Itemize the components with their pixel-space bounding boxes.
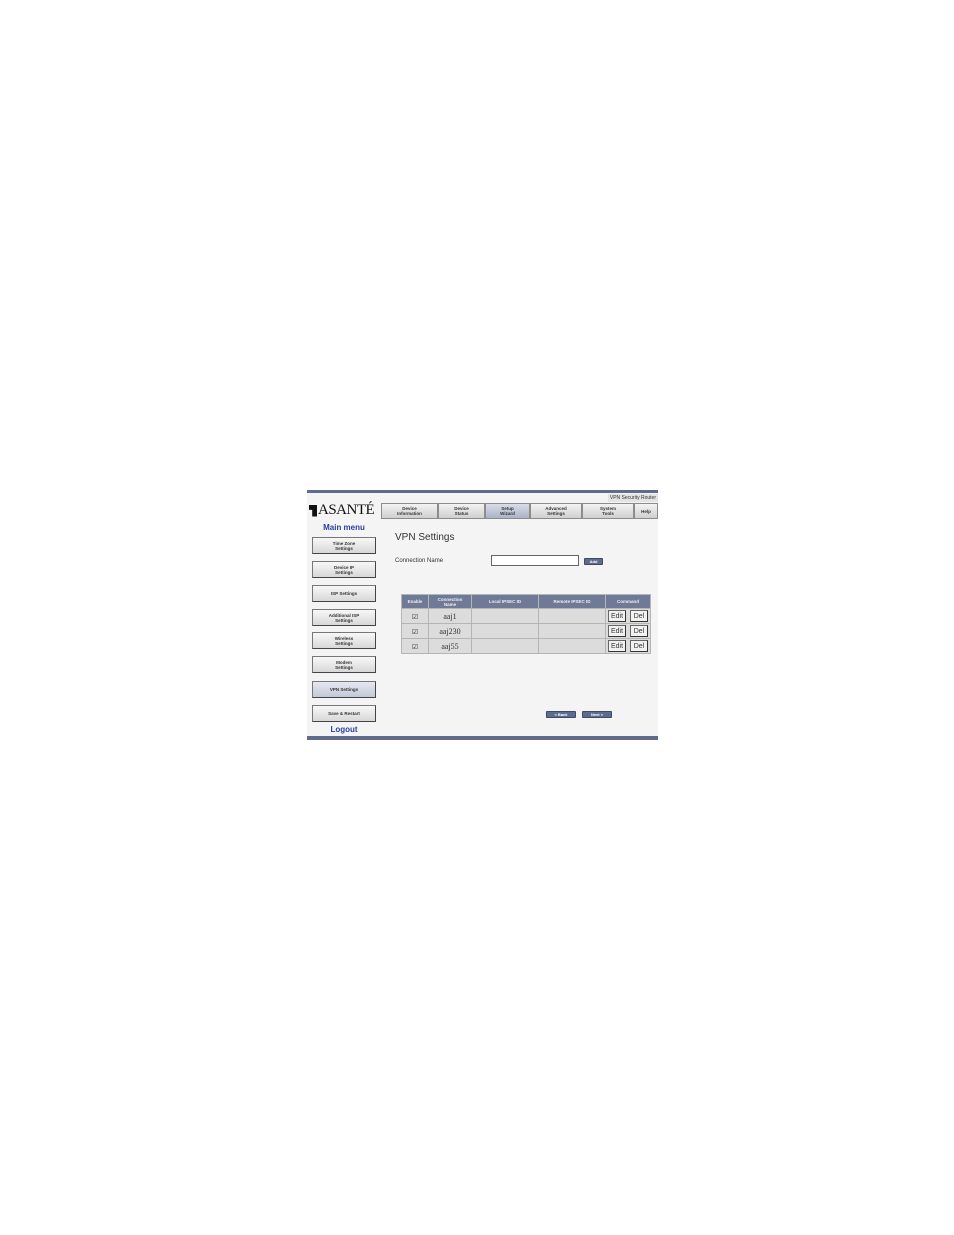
main-menu-title: Main menu <box>323 523 365 532</box>
tab-advanced-settings[interactable]: Advanced Settings <box>530 503 582 519</box>
enable-checkbox[interactable]: ☑ <box>412 628 418 636</box>
local-ipsec-id-cell <box>471 638 539 654</box>
sidebar-item-vpn-settings[interactable]: VPN Settings <box>312 681 376 698</box>
product-label: VPN Security Router <box>607 494 658 502</box>
bottom-band <box>307 736 658 740</box>
connection-name-label: Connection Name <box>395 558 444 564</box>
sidebar-item-save-restart[interactable]: Save & Restart <box>312 705 376 722</box>
delete-button[interactable]: Del <box>630 640 648 652</box>
asante-logo: ASANTÉ <box>309 502 379 519</box>
header-remote-ipsec-id: Remote IPSEC ID <box>538 594 606 609</box>
connection-name-cell: aaj230 <box>428 623 472 639</box>
sidebar-item-device-ip[interactable]: Device IP Settings <box>312 561 376 578</box>
delete-button[interactable]: Del <box>630 610 648 622</box>
delete-button[interactable]: Del <box>630 625 648 637</box>
connection-name-cell: aaj55 <box>428 638 472 654</box>
table-row: ☑ aaj1 Edit Del <box>401 608 651 624</box>
vpn-connections-table: Enable Connection Name Local IPSEC ID Re… <box>401 594 651 654</box>
remote-ipsec-id-cell <box>538 638 606 654</box>
table-row: ☑ aaj230 Edit Del <box>401 623 651 639</box>
tab-system-tools[interactable]: System Tools <box>582 503 634 519</box>
page-title: VPN Settings <box>395 532 455 543</box>
enable-checkbox[interactable]: ☑ <box>412 643 418 651</box>
sidebar-item-wireless[interactable]: Wireless Settings <box>312 632 376 649</box>
tab-device-status[interactable]: Device Status <box>438 503 485 519</box>
edit-button[interactable]: Edit <box>608 625 626 637</box>
edit-button[interactable]: Edit <box>608 640 626 652</box>
sidebar-item-isp-settings[interactable]: ISP Settings <box>312 585 376 602</box>
sidebar-item-additional-isp[interactable]: Additional ISP Settings <box>312 609 376 626</box>
logout-link[interactable]: Logout <box>307 725 381 734</box>
table-row: ☑ aaj55 Edit Del <box>401 638 651 654</box>
local-ipsec-id-cell <box>471 623 539 639</box>
top-navigation: Device Information Device Status Setup W… <box>381 503 658 519</box>
header-local-ipsec-id: Local IPSEC ID <box>471 594 539 609</box>
header-connection-name: Connection Name <box>428 594 472 609</box>
header-enable: Enable <box>401 594 429 609</box>
remote-ipsec-id-cell <box>538 623 606 639</box>
remote-ipsec-id-cell <box>538 608 606 624</box>
add-button[interactable]: Add <box>584 558 603 565</box>
logo-mark-icon <box>309 504 317 517</box>
header-command: Command <box>605 594 651 609</box>
main-content: VPN Settings Connection Name Add Enable … <box>385 522 655 734</box>
table-header-row: Enable Connection Name Local IPSEC ID Re… <box>401 594 651 609</box>
top-band <box>307 490 658 493</box>
tab-setup-wizard[interactable]: Setup Wizard <box>485 503 530 519</box>
sidebar-item-time-zone[interactable]: Time Zone Settings <box>312 537 376 554</box>
connection-name-cell: aaj1 <box>428 608 472 624</box>
local-ipsec-id-cell <box>471 608 539 624</box>
logo-text: ASANTÉ <box>318 502 375 518</box>
tab-device-information[interactable]: Device Information <box>381 503 438 519</box>
back-button[interactable]: < Back <box>546 711 576 718</box>
enable-checkbox[interactable]: ☑ <box>412 613 418 621</box>
next-button[interactable]: Next > <box>582 711 612 718</box>
router-admin-window: VPN Security Router ASANTÉ Device Inform… <box>307 490 658 740</box>
sidebar: Main menu Time Zone Settings Device IP S… <box>307 522 381 736</box>
sidebar-item-modem[interactable]: Modem Settings <box>312 656 376 673</box>
tab-help[interactable]: Help <box>634 503 658 519</box>
connection-name-input[interactable] <box>491 555 579 566</box>
edit-button[interactable]: Edit <box>608 610 626 622</box>
